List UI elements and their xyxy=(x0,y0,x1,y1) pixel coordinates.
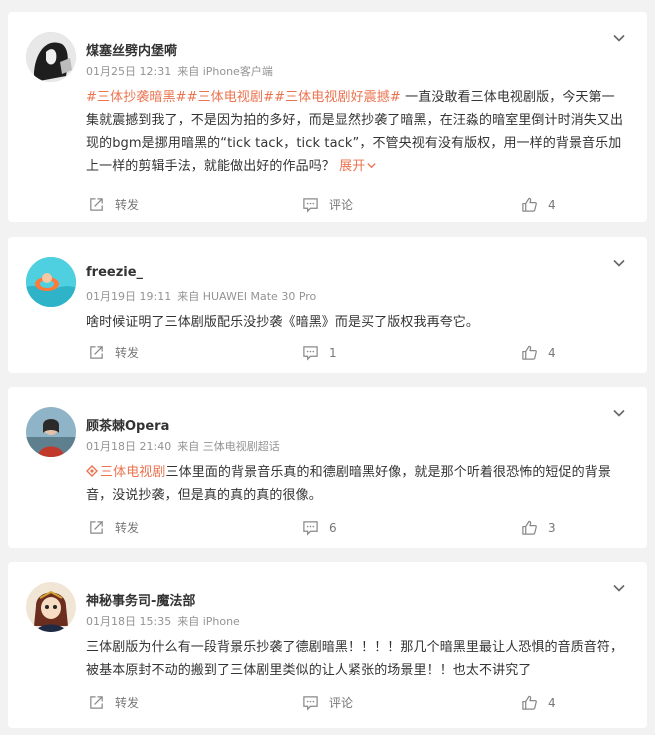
share-button[interactable]: 转发 xyxy=(88,519,139,536)
post-meta: 01月18日 15:35 来自 iPhone xyxy=(86,613,240,629)
thumbs-up-icon xyxy=(522,345,537,360)
like-count: 4 xyxy=(548,197,556,212)
hashtag-link[interactable]: #三体电视剧好震撼# xyxy=(274,90,401,105)
post-card: 煤塞丝劈内堡嗬 01月25日 12:31 来自 iPhone客户端 #三体抄袭暗黑… xyxy=(8,12,647,222)
like-button[interactable]: 4 xyxy=(521,344,556,361)
username[interactable]: freezie_ xyxy=(86,265,143,280)
avatar[interactable] xyxy=(26,582,76,632)
comment-label: 评论 xyxy=(329,198,354,212)
share-label: 转发 xyxy=(115,521,140,535)
post-meta: 01月18日 21:40 来自 三体电视剧超话 xyxy=(86,438,280,454)
share-button[interactable]: 转发 xyxy=(88,196,139,213)
share-button[interactable]: 转发 xyxy=(88,344,139,361)
post-actions: 转发 评论 4 xyxy=(8,196,647,216)
super-topic-link[interactable]: 三体电视剧 xyxy=(86,465,166,480)
super-topic-icon xyxy=(86,465,98,477)
comment-label: 评论 xyxy=(329,696,354,710)
share-label: 转发 xyxy=(115,198,140,212)
like-count: 4 xyxy=(548,695,556,710)
thumbs-up-icon xyxy=(522,695,537,710)
share-button[interactable]: 转发 xyxy=(88,694,139,711)
comment-count: 6 xyxy=(329,520,337,535)
expand-link[interactable]: 展开 xyxy=(339,159,377,174)
post-actions: 转发 评论 4 xyxy=(8,694,647,714)
comment-icon xyxy=(303,696,318,711)
chevron-down-icon[interactable] xyxy=(611,580,627,596)
post-source: 来自 HUAWEI Mate 30 Pro xyxy=(177,290,317,303)
comment-button[interactable]: 评论 xyxy=(302,694,353,711)
avatar[interactable] xyxy=(26,257,76,307)
post-meta: 01月19日 19:11 来自 HUAWEI Mate 30 Pro xyxy=(86,288,316,304)
super-topic-label: 三体电视剧 xyxy=(100,465,166,480)
post-date: 01月18日 15:35 xyxy=(86,615,172,628)
comment-button[interactable]: 评论 xyxy=(302,196,353,213)
post-actions: 转发 6 3 xyxy=(8,519,647,539)
post-body: 三体剧版为什么有一段背景乐抄袭了德剧暗黑！！！！那几个暗黑里最让人恐惧的音质音符… xyxy=(86,640,624,678)
thumbs-up-icon xyxy=(522,197,537,212)
post-text: 三体剧版为什么有一段背景乐抄袭了德剧暗黑！！！！那几个暗黑里最让人恐惧的音质音符… xyxy=(86,636,626,682)
post-text: #三体抄袭暗黑##三体电视剧##三体电视剧好震撼# 一直没敢看三体电视剧版，今天… xyxy=(86,86,626,178)
post-source: 来自 iPhone xyxy=(177,615,240,628)
like-button[interactable]: 4 xyxy=(521,694,556,711)
post-body: 啥时候证明了三体剧版配乐没抄袭《暗黑》而是买了版权我再夸它。 xyxy=(86,315,480,330)
username[interactable]: 神秘事务司-魔法部 xyxy=(86,590,195,609)
post-date: 01月25日 12:31 xyxy=(86,65,172,78)
like-count: 3 xyxy=(548,520,556,535)
share-label: 转发 xyxy=(115,696,140,710)
chevron-down-icon[interactable] xyxy=(611,405,627,421)
like-count: 4 xyxy=(548,345,556,360)
comment-count: 1 xyxy=(329,345,337,360)
post-card: 神秘事务司-魔法部 01月18日 15:35 来自 iPhone 三体剧版为什么有… xyxy=(8,562,647,728)
chevron-down-icon[interactable] xyxy=(611,255,627,271)
share-label: 转发 xyxy=(115,346,140,360)
like-button[interactable]: 4 xyxy=(521,196,556,213)
like-button[interactable]: 3 xyxy=(521,519,556,536)
comment-button[interactable]: 1 xyxy=(302,344,337,361)
post-source: 来自 iPhone客户端 xyxy=(177,65,273,78)
comment-icon xyxy=(303,346,318,361)
hashtag-link[interactable]: #三体抄袭暗黑# xyxy=(86,90,187,105)
comment-icon xyxy=(303,198,318,213)
post-source: 来自 三体电视剧超话 xyxy=(177,440,280,453)
avatar[interactable] xyxy=(26,32,76,82)
post-body: 三体里面的背景音乐真的和德剧暗黑好像，就是那个听着很恐怖的短促的背景音，没说抄袭… xyxy=(86,465,611,503)
comment-icon xyxy=(303,521,318,536)
share-icon xyxy=(90,696,103,709)
thumbs-up-icon xyxy=(522,520,537,535)
expand-label: 展开 xyxy=(339,159,366,174)
share-icon xyxy=(90,198,103,211)
post-date: 01月18日 21:40 xyxy=(86,440,172,453)
hashtag-link[interactable]: #三体电视剧# xyxy=(187,90,275,105)
post-card: freezie_ 01月19日 19:11 来自 HUAWEI Mate 30 P… xyxy=(8,237,647,373)
avatar[interactable] xyxy=(26,407,76,457)
post-text: 啥时候证明了三体剧版配乐没抄袭《暗黑》而是买了版权我再夸它。 xyxy=(86,311,626,334)
post-date: 01月19日 19:11 xyxy=(86,290,172,303)
post-card: 顾茶棘Opera 01月18日 21:40 来自 三体电视剧超话 三体电视剧三体里… xyxy=(8,387,647,548)
share-icon xyxy=(90,346,103,359)
post-text: 三体电视剧三体里面的背景音乐真的和德剧暗黑好像，就是那个听着很恐怖的短促的背景音… xyxy=(86,461,626,507)
chevron-down-icon xyxy=(367,163,376,169)
post-actions: 转发 1 4 xyxy=(8,344,647,364)
username[interactable]: 煤塞丝劈内堡嗬 xyxy=(86,40,177,59)
username[interactable]: 顾茶棘Opera xyxy=(86,415,169,434)
post-meta: 01月25日 12:31 来自 iPhone客户端 xyxy=(86,63,273,79)
chevron-down-icon[interactable] xyxy=(611,30,627,46)
comment-button[interactable]: 6 xyxy=(302,519,337,536)
share-icon xyxy=(90,521,103,534)
